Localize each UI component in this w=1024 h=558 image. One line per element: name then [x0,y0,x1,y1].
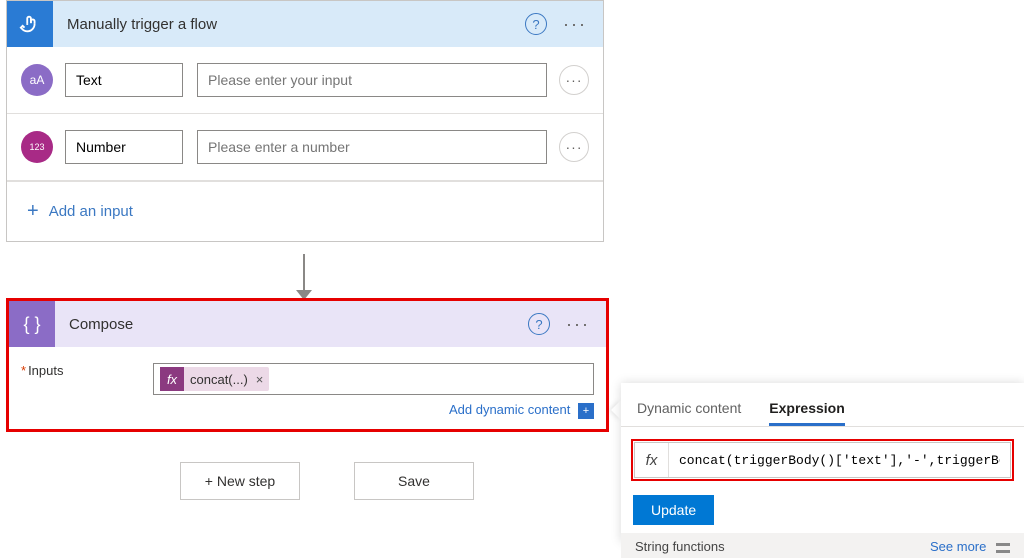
fx-icon: fx [160,367,184,391]
compose-icon: { } [9,301,55,347]
connector-line [303,254,305,294]
add-input-label: Add an input [49,203,133,220]
input-name-field[interactable] [65,130,183,164]
compose-header[interactable]: { } Compose ? ··· [9,301,606,347]
section-label: String functions [635,539,725,554]
compose-body: *Inputs fx concat(...) × Add dynamic con… [9,347,606,429]
expression-token[interactable]: fx concat(...) × [160,367,269,391]
string-functions-section[interactable]: String functions See more [621,533,1024,558]
expression-input-wrap: fx [634,442,1011,478]
new-step-button[interactable]: + New step [180,462,300,500]
see-more-link[interactable]: See more [930,539,986,554]
trigger-input-row: aA ··· [7,47,603,114]
expression-tabs: Dynamic content Expression [621,383,1024,427]
number-input-icon: 123 [21,131,53,163]
compose-title: Compose [55,316,528,333]
expression-highlight: fx [631,439,1014,481]
token-label: concat(...) [190,372,248,387]
expression-input[interactable] [669,443,1010,477]
compose-card: { } Compose ? ··· *Inputs fx concat(...)… [6,298,609,432]
dynamic-content-badge-icon: + [578,403,594,419]
expression-panel: Dynamic content Expression fx Update Str… [621,383,1024,542]
tab-dynamic-content[interactable]: Dynamic content [637,400,741,426]
inputs-label: *Inputs [21,363,153,378]
action-buttons: + New step Save [180,462,474,500]
save-button[interactable]: Save [354,462,474,500]
add-dynamic-content-link[interactable]: Add dynamic content + [449,402,594,417]
trigger-menu-button[interactable]: ··· [557,14,593,35]
input-row-menu[interactable]: ··· [559,65,589,95]
input-value-field[interactable] [197,63,547,97]
plus-icon: + [27,200,39,223]
trigger-header[interactable]: Manually trigger a flow ? ··· [7,1,603,47]
compose-menu-button[interactable]: ··· [560,314,596,335]
trigger-title: Manually trigger a flow [53,16,525,33]
input-row-menu[interactable]: ··· [559,132,589,162]
list-icon [996,543,1010,553]
text-input-icon: aA [21,64,53,96]
help-icon[interactable]: ? [528,313,550,335]
flyout-pointer-icon [611,400,621,420]
trigger-card: Manually trigger a flow ? ··· aA ··· 123… [6,0,604,242]
update-button[interactable]: Update [633,495,714,525]
fx-icon: fx [635,443,669,477]
remove-token-icon[interactable]: × [256,372,264,387]
help-icon[interactable]: ? [525,13,547,35]
add-input-button[interactable]: + Add an input [7,181,603,241]
manual-trigger-icon [7,1,53,47]
tab-expression[interactable]: Expression [769,400,844,426]
input-value-field[interactable] [197,130,547,164]
inputs-field[interactable]: fx concat(...) × [153,363,594,395]
input-name-field[interactable] [65,63,183,97]
trigger-input-row: 123 ··· [7,114,603,181]
